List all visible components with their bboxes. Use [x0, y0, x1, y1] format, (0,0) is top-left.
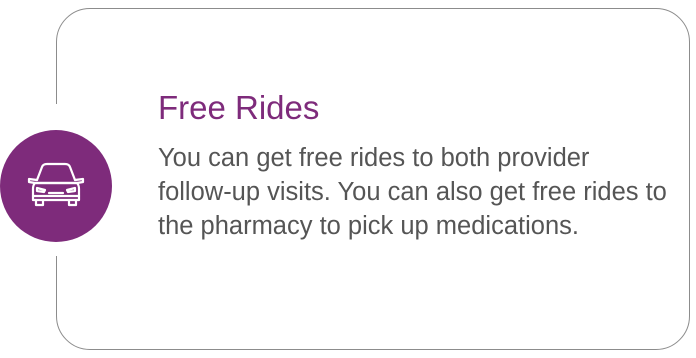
car-icon-badge — [0, 130, 112, 242]
car-icon — [27, 162, 85, 207]
card-body-text: You can get free rides to both provider … — [158, 144, 667, 240]
card-title: Free Rides — [158, 89, 320, 126]
